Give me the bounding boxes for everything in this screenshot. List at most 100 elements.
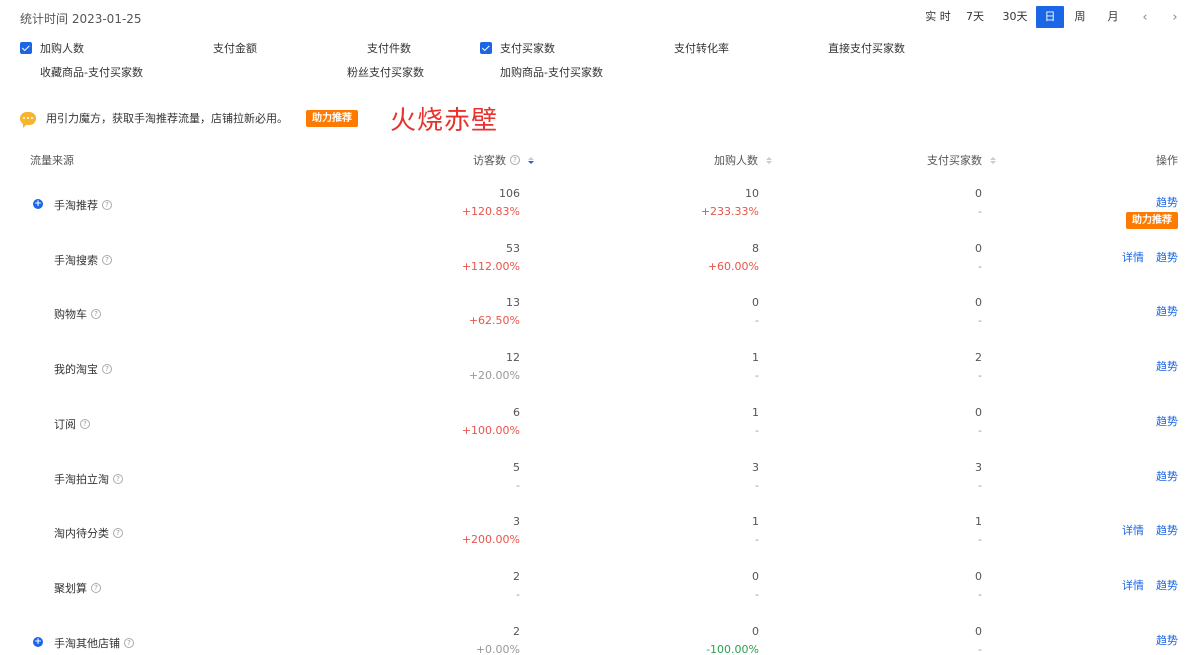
- source-name: 淘内待分类: [54, 527, 109, 541]
- period-week[interactable]: 周: [1064, 6, 1096, 28]
- buyers-change: -: [978, 478, 982, 492]
- metric-pay-buyers[interactable]: 支付买家数: [480, 40, 555, 56]
- buyers-value: 0: [975, 187, 982, 200]
- trend-link[interactable]: 趋势: [1156, 249, 1178, 265]
- help-icon[interactable]: ?: [102, 254, 112, 265]
- row-actions: 趋势助力推荐: [1126, 185, 1178, 229]
- help-icon[interactable]: ?: [113, 473, 123, 484]
- checkbox-icon[interactable]: [480, 66, 492, 78]
- checkbox-icon[interactable]: [808, 42, 820, 54]
- period-7d[interactable]: 7天: [956, 6, 994, 28]
- metric-label: 支付件数: [367, 42, 411, 55]
- overlay-caption: 火烧赤壁: [390, 106, 499, 136]
- visitors-cell: 3 +200.00%: [462, 513, 520, 549]
- help-icon[interactable]: ?: [91, 582, 101, 593]
- cart-cell: 3-: [752, 459, 759, 495]
- col-source-label: 流量来源: [30, 154, 74, 167]
- table-row: + 手淘其他店铺? 2 +0.00% 0 -100.00% 0- 趋势: [0, 623, 1200, 655]
- buyers-change: -: [978, 587, 982, 601]
- row-actions: 趋势: [1156, 623, 1178, 648]
- checkbox-icon[interactable]: [20, 66, 32, 78]
- detail-link[interactable]: 详情: [1122, 577, 1144, 593]
- checkbox-icon[interactable]: [654, 42, 666, 54]
- metric-cart-users[interactable]: 加购人数: [20, 40, 84, 56]
- chevron-right-icon[interactable]: ›: [1160, 10, 1190, 25]
- visitors-change: +0.00%: [475, 642, 520, 655]
- visitors-cell: 12 +20.00%: [469, 349, 520, 385]
- help-icon[interactable]: ?: [124, 637, 134, 648]
- metric-fan-buyers[interactable]: 粉丝支付买家数: [327, 64, 424, 80]
- metric-pay-amount[interactable]: 支付金额: [193, 40, 257, 56]
- table-header: 流量来源 访客数 ? 加购人数 支付买家数 操作: [0, 150, 1200, 170]
- table-row: 聚划算? 2-0-0- 详情 趋势: [0, 568, 1200, 622]
- table-row: 购物车? 13 +62.50% 0-0- 趋势: [0, 294, 1200, 348]
- metric-conversion[interactable]: 支付转化率: [654, 40, 729, 56]
- row-actions: 详情 趋势: [1122, 568, 1178, 593]
- visitors-value: 13: [506, 296, 520, 310]
- metric-fav-buyers[interactable]: 收藏商品-支付买家数: [20, 64, 143, 80]
- expand-plus-icon[interactable]: +: [33, 199, 43, 209]
- help-icon[interactable]: ?: [113, 528, 123, 539]
- trend-link[interactable]: 趋势: [1156, 577, 1178, 593]
- metric-label: 支付转化率: [674, 42, 729, 55]
- visitors-cell: 6 +100.00%: [462, 404, 520, 440]
- checkbox-icon[interactable]: [193, 42, 205, 54]
- trend-link[interactable]: 趋势: [1156, 303, 1178, 319]
- help-icon[interactable]: ?: [102, 200, 112, 210]
- metric-direct-buyers[interactable]: 直接支付买家数: [808, 40, 905, 56]
- cart-change: -: [755, 478, 759, 492]
- traffic-source: 手淘搜索?: [54, 252, 112, 268]
- period-day[interactable]: 日: [1036, 6, 1064, 28]
- trend-link[interactable]: 趋势: [1156, 468, 1178, 484]
- metric-cart-buyers[interactable]: 加购商品-支付买家数: [480, 64, 603, 80]
- sort-icon[interactable]: [990, 156, 996, 164]
- buyers-cell: 0-: [975, 294, 982, 330]
- checkbox-checked-icon[interactable]: [480, 42, 492, 54]
- col-visitors[interactable]: 访客数 ?: [473, 152, 534, 168]
- detail-link[interactable]: 详情: [1122, 249, 1144, 265]
- row-actions: 趋势: [1156, 404, 1178, 429]
- col-ops: 操作: [1156, 152, 1178, 168]
- period-30d[interactable]: 30天: [994, 6, 1036, 28]
- col-buyers[interactable]: 支付买家数: [927, 152, 996, 168]
- help-icon[interactable]: ?: [102, 364, 112, 375]
- sort-icon[interactable]: [528, 156, 534, 164]
- period-month[interactable]: 月: [1096, 6, 1130, 28]
- sort-icon[interactable]: [766, 156, 772, 164]
- help-icon[interactable]: ?: [510, 155, 520, 165]
- trend-link[interactable]: 趋势: [1156, 413, 1178, 429]
- col-cart[interactable]: 加购人数: [714, 152, 772, 168]
- source-name: 聚划算: [54, 581, 87, 595]
- table-row: + 手淘推荐? 106 +120.83% 10 +233.33% 0- 趋势 助力推荐: [0, 185, 1200, 239]
- trend-link[interactable]: 趋势: [1156, 632, 1178, 648]
- checkbox-checked-icon[interactable]: [20, 42, 32, 54]
- boost-recommend-button[interactable]: 助力推荐: [1126, 212, 1178, 229]
- top-bar: 统计时间 2023-01-25 实 时 7天 30天 日 周 月 ‹ ›: [0, 0, 1200, 34]
- col-buyers-label: 支付买家数: [927, 154, 982, 167]
- boost-recommend-button[interactable]: 助力推荐: [306, 109, 358, 127]
- chevron-left-icon[interactable]: ‹: [1130, 10, 1160, 25]
- buyers-cell: 0-: [975, 623, 982, 655]
- help-icon[interactable]: ?: [80, 418, 90, 429]
- trend-link[interactable]: 趋势: [1156, 522, 1178, 538]
- source-name: 手淘搜索: [54, 253, 98, 267]
- cart-value: 1: [752, 515, 759, 529]
- visitors-value: 106: [499, 187, 520, 200]
- visitors-cell: 2 +0.00%: [476, 623, 520, 655]
- detail-link[interactable]: 详情: [1122, 522, 1144, 538]
- visitors-change: -: [516, 478, 520, 492]
- cart-cell: 0-: [752, 568, 759, 604]
- col-visitors-label: 访客数: [473, 154, 506, 167]
- visitors-value: 2: [513, 624, 520, 638]
- metric-pay-items[interactable]: 支付件数: [347, 40, 411, 56]
- help-icon[interactable]: ?: [91, 309, 101, 320]
- trend-link[interactable]: 趋势: [1156, 358, 1178, 374]
- traffic-source: 手淘拍立淘?: [54, 471, 123, 487]
- trend-link[interactable]: 趋势: [1156, 194, 1178, 210]
- period-realtime[interactable]: 实 时: [920, 6, 956, 28]
- cart-change: -: [755, 314, 759, 328]
- checkbox-icon[interactable]: [327, 66, 339, 78]
- buyers-change: -: [978, 369, 982, 383]
- checkbox-icon[interactable]: [347, 42, 359, 54]
- expand-plus-icon[interactable]: +: [33, 636, 43, 647]
